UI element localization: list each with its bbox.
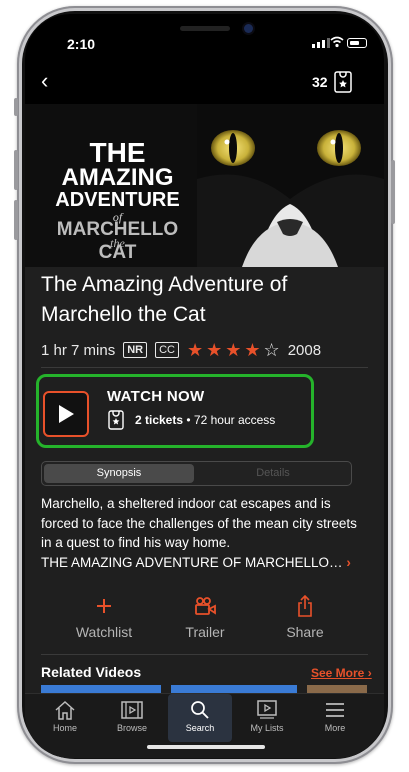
movie-poster: THE AMAZING ADVENTURE of MARCHELLO the C…: [25, 104, 384, 267]
watchlist-button[interactable]: Watchlist: [54, 594, 154, 640]
poster-line: AMAZING: [61, 164, 174, 191]
power-button: [391, 160, 395, 224]
trailer-button[interactable]: Trailer: [155, 594, 255, 640]
my-lists-icon: [257, 700, 277, 719]
share-label: Share: [286, 624, 324, 640]
ticket-cost: 2 tickets • 72 hour access: [135, 413, 275, 427]
play-icon: [59, 405, 74, 423]
star-rating: ★ ★ ★ ★ ☆: [187, 341, 280, 359]
status-bar: 2:10: [25, 14, 384, 60]
poster-line: THE: [89, 137, 146, 168]
tab-label: Home: [52, 723, 77, 733]
film-strip-icon: [121, 701, 143, 719]
tab-label: Search: [185, 723, 215, 733]
rating-badge: NR: [123, 342, 148, 358]
related-video-thumbnail[interactable]: [171, 685, 297, 693]
tickets-count: 32: [312, 74, 328, 90]
star-filled-icon: ★: [225, 340, 242, 360]
related-videos-heading: Related Videos: [41, 664, 142, 680]
app-screen: 2:10 ‹ 32 THE AMAZING ADVENTURE of MARCH…: [25, 14, 384, 758]
star-filled-icon: ★: [206, 340, 223, 360]
volume-up-button: [14, 150, 18, 190]
synopsis-more: THE AMAZING ADVENTURE OF MARCHELLO…: [41, 554, 343, 570]
tab-synopsis[interactable]: Synopsis: [44, 464, 194, 483]
tab-more[interactable]: More: [303, 694, 367, 742]
release-year: 2008: [287, 341, 322, 359]
star-empty-icon: ☆: [263, 340, 280, 360]
battery-icon: [347, 38, 367, 48]
home-icon: [55, 700, 75, 720]
tab-search[interactable]: Search: [168, 694, 232, 742]
chevron-right-icon[interactable]: ›: [346, 555, 351, 570]
poster-line: ADVENTURE: [55, 189, 180, 211]
see-more-label: See More: [311, 666, 365, 680]
nav-bar: ‹ 32: [25, 60, 384, 104]
see-more-link[interactable]: See More ›: [311, 666, 372, 680]
access-duration: • 72 hour access: [186, 413, 276, 427]
search-icon: [191, 701, 209, 719]
speaker: [180, 26, 230, 31]
tab-my-lists[interactable]: My Lists: [235, 694, 299, 742]
movie-title: The Amazing Adventure of Marchello the C…: [41, 273, 288, 326]
wifi-icon: [330, 36, 344, 48]
video-camera-icon: [155, 594, 255, 618]
ticket-icon[interactable]: [334, 71, 352, 93]
watch-now-label[interactable]: WATCH NOW: [107, 388, 204, 405]
divider: [41, 367, 368, 368]
tab-label: More: [324, 723, 346, 733]
share-button[interactable]: Share: [255, 594, 355, 640]
star-filled-icon: ★: [186, 340, 204, 360]
back-chevron-icon[interactable]: ‹: [41, 70, 48, 92]
action-row: Watchlist Trailer Share: [25, 594, 384, 646]
menu-icon: [326, 703, 344, 717]
synopsis-body: Marchello, a sheltered indoor cat escape…: [41, 496, 357, 550]
cat-face-image: [197, 104, 384, 267]
status-time: 2:10: [67, 36, 96, 52]
movie-meta: 1 hr 7 mins NR CC ★ ★ ★ ★ ☆ 2008: [41, 339, 321, 361]
home-indicator[interactable]: [147, 745, 265, 749]
watchlist-label: Watchlist: [75, 624, 133, 640]
front-camera: [244, 24, 253, 33]
ticket-count: 2 tickets: [135, 413, 184, 427]
trailer-label: Trailer: [185, 624, 225, 640]
related-video-thumbnail[interactable]: [41, 685, 161, 693]
duration: 1 hr 7 mins: [41, 341, 116, 359]
tab-details[interactable]: Details: [197, 464, 349, 483]
synopsis-text: Marchello, a sheltered indoor cat escape…: [41, 494, 361, 572]
signal-icon: [312, 38, 330, 48]
share-icon: [255, 594, 355, 618]
plus-icon: [54, 594, 154, 618]
tab-label: My Lists: [250, 723, 284, 733]
cc-badge: CC: [155, 342, 179, 358]
tab-home[interactable]: Home: [33, 694, 97, 742]
tab-browse[interactable]: Browse: [100, 694, 164, 742]
star-filled-icon: ★: [244, 340, 261, 360]
poster-line: CAT: [98, 242, 137, 263]
watch-now-button[interactable]: [43, 391, 89, 437]
notch: [116, 14, 294, 50]
ticket-icon: [108, 410, 124, 430]
poster-title-art: THE AMAZING ADVENTURE of MARCHELLO the C…: [35, 104, 200, 267]
tab-label: Browse: [116, 723, 147, 733]
divider: [41, 654, 368, 655]
volume-down-button: [14, 200, 18, 240]
related-video-thumbnail[interactable]: [307, 685, 367, 693]
segment-control: Synopsis Details: [41, 461, 352, 486]
mute-switch: [14, 98, 18, 116]
